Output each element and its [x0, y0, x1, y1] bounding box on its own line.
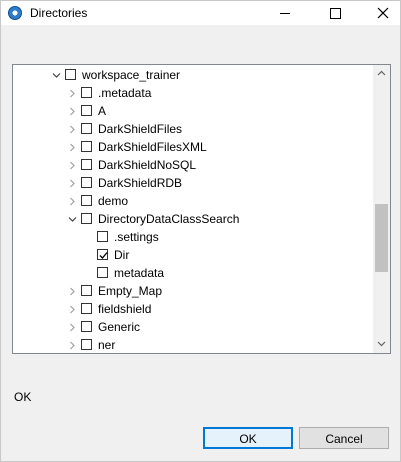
checkbox[interactable]	[97, 267, 108, 278]
tree-item-label: metadata	[114, 266, 165, 280]
tree-item-label: fieldshield	[98, 302, 152, 316]
status-message: OK	[14, 390, 32, 404]
tree-row[interactable]: Generic	[13, 318, 375, 336]
chevron-right-icon[interactable]	[66, 282, 78, 300]
scroll-up-button[interactable]	[373, 65, 390, 82]
chevron-right-icon[interactable]	[66, 300, 78, 318]
cancel-button[interactable]: Cancel	[299, 427, 389, 449]
chevron-right-icon[interactable]	[66, 84, 78, 102]
chevron-down-icon[interactable]	[50, 66, 62, 84]
checkmark-icon	[99, 252, 108, 259]
scroll-down-button[interactable]	[373, 336, 390, 353]
checkbox[interactable]	[81, 123, 92, 134]
chevron-up-icon	[377, 70, 386, 76]
chevron-right-icon[interactable]	[66, 174, 78, 192]
chevron-right-icon[interactable]	[66, 156, 78, 174]
chevron-right-icon[interactable]	[66, 120, 78, 138]
tree-row[interactable]: DarkShieldFiles	[13, 120, 375, 138]
tree-row[interactable]: DarkShieldNoSQL	[13, 156, 375, 174]
checkbox[interactable]	[97, 249, 108, 260]
checkbox[interactable]	[81, 213, 92, 224]
vertical-scrollbar[interactable]	[373, 65, 390, 353]
tree-item-label: DirectoryDataClassSearch	[98, 212, 240, 226]
checkbox[interactable]	[97, 231, 108, 242]
tree-row[interactable]: ner	[13, 336, 375, 353]
tree-item-label: ner	[98, 338, 116, 352]
checkbox[interactable]	[81, 195, 92, 206]
minimize-button[interactable]	[268, 1, 302, 25]
tree-row[interactable]: metadata	[13, 264, 375, 282]
checkbox[interactable]	[81, 105, 92, 116]
tree-item-label: .settings	[114, 230, 159, 244]
ok-button[interactable]: OK	[203, 427, 293, 449]
checkbox[interactable]	[81, 141, 92, 152]
tree-item-label: DarkShieldFilesXML	[98, 140, 207, 154]
tree-row[interactable]: Empty_Map	[13, 282, 375, 300]
checkbox[interactable]	[81, 303, 92, 314]
chevron-right-icon[interactable]	[66, 138, 78, 156]
app-icon	[8, 6, 22, 20]
close-button[interactable]	[366, 1, 400, 25]
tree-item-label: DarkShieldFiles	[98, 122, 183, 136]
tree-item-label: demo	[98, 194, 129, 208]
tree-item-label: Empty_Map	[98, 284, 163, 298]
checkbox[interactable]	[81, 159, 92, 170]
tree-row[interactable]: A	[13, 102, 375, 120]
chevron-right-icon[interactable]	[66, 102, 78, 120]
checkbox[interactable]	[81, 87, 92, 98]
tree-item-label: Dir	[114, 248, 130, 262]
checkbox[interactable]	[65, 69, 76, 80]
tree-row[interactable]: .metadata	[13, 84, 375, 102]
tree-item-label: A	[98, 104, 107, 118]
title-bar: Directories	[1, 1, 400, 25]
tree-item-label: DarkShieldRDB	[98, 176, 183, 190]
chevron-right-icon[interactable]	[66, 336, 78, 353]
checkbox[interactable]	[81, 177, 92, 188]
maximize-button[interactable]	[318, 1, 352, 25]
scrollbar-thumb[interactable]	[375, 204, 388, 272]
tree-row[interactable]: workspace_trainer	[13, 66, 375, 84]
tree-item-label: workspace_trainer	[82, 68, 181, 82]
checkbox[interactable]	[81, 321, 92, 332]
chevron-down-icon[interactable]	[66, 210, 78, 228]
tree-row[interactable]: DarkShieldRDB	[13, 174, 375, 192]
tree-item-label: .metadata	[98, 86, 152, 100]
tree-row[interactable]: fieldshield	[13, 300, 375, 318]
directories-dialog: Directories workspace_trainer .metadata A D…	[0, 0, 401, 462]
checkbox[interactable]	[81, 285, 92, 296]
tree-row[interactable]: DirectoryDataClassSearch	[13, 210, 375, 228]
window-title: Directories	[30, 6, 88, 20]
checkbox[interactable]	[81, 339, 92, 350]
close-icon	[377, 7, 389, 19]
tree-row[interactable]: DarkShieldFilesXML	[13, 138, 375, 156]
tree-item-label: DarkShieldNoSQL	[98, 158, 197, 172]
tree-row[interactable]: .settings	[13, 228, 375, 246]
tree-item-label: Generic	[98, 320, 141, 334]
tree-row[interactable]: demo	[13, 192, 375, 210]
tree-row[interactable]: Dir	[13, 246, 375, 264]
chevron-down-icon	[377, 341, 386, 347]
chevron-right-icon[interactable]	[66, 192, 78, 210]
directory-tree[interactable]: workspace_trainer .metadata A DarkShieldFil…	[12, 64, 391, 354]
chevron-right-icon[interactable]	[66, 318, 78, 336]
